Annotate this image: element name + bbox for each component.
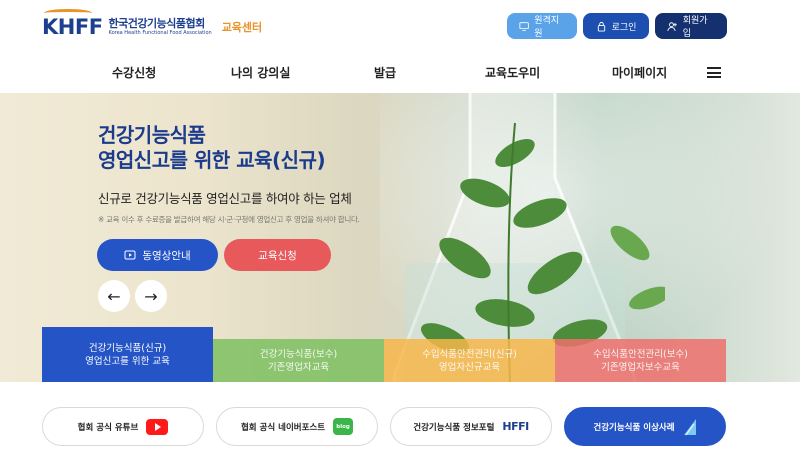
youtube-link[interactable]: 협회 공식 유튜브 <box>42 407 204 446</box>
naver-post-link[interactable]: 협회 공식 네이버포스트 blog <box>216 407 378 446</box>
join-button[interactable]: 회원가입 <box>655 13 727 39</box>
join-label: 회원가입 <box>682 16 708 39</box>
main-nav: 수강신청 나의 강의실 발급 교육도우미 마이페이지 <box>0 52 800 92</box>
tab-line2: 영업자신규교육 <box>438 361 501 373</box>
tab-import-food-new[interactable]: 수입식품안전관리(신규) 영업자신규교육 <box>384 339 555 382</box>
nav-item-my-classroom[interactable]: 나의 강의실 <box>231 64 290 81</box>
nav-item-edu-helper[interactable]: 교육도우미 <box>485 64 540 81</box>
hero-note: ※ 교육 이수 후 수료증을 발급하여 해당 시·군·구청에 영업신고 후 영업… <box>98 215 360 224</box>
login-button[interactable]: 로그인 <box>583 13 649 39</box>
apply-label: 교육신청 <box>258 249 297 262</box>
logo-english-name: Korea Health Functional Food Association <box>108 30 212 36</box>
info-portal-label: 건강기능식품 정보포털 <box>413 422 495 433</box>
quick-links: 협회 공식 유튜브 협회 공식 네이버포스트 blog 건강기능식품 정보포털 … <box>42 407 726 446</box>
nav-item-mypage[interactable]: 마이페이지 <box>612 64 667 81</box>
user-add-icon <box>667 21 677 31</box>
course-tabs: 건강기능식품(신규) 영업신고를 위한 교육 건강기능식품(보수) 기존영업자교… <box>42 327 726 382</box>
tab-health-food-refresh[interactable]: 건강기능식품(보수) 기존영업자교육 <box>213 339 384 382</box>
tab-health-food-new[interactable]: 건강기능식품(신규) 영업신고를 위한 교육 <box>42 327 213 382</box>
info-portal-link[interactable]: 건강기능식품 정보포털 HFFI <box>390 407 552 446</box>
remote-support-label: 원격지원 <box>534 16 560 39</box>
arrow-right-icon: → <box>144 286 158 306</box>
nav-item-course-apply[interactable]: 수강신청 <box>112 64 156 81</box>
tab-line1: 건강기능식품(보수) <box>259 348 338 360</box>
site-logo[interactable]: KHFF 한국건강기능식품협회 Korea Health Functional … <box>42 9 263 42</box>
video-guide-button[interactable]: 동영상안내 <box>97 239 218 271</box>
naver-post-label: 협회 공식 네이버포스트 <box>240 422 326 433</box>
login-label: 로그인 <box>611 22 637 33</box>
tab-line2: 영업신고를 위한 교육 <box>85 355 170 367</box>
monitor-icon <box>519 21 529 31</box>
hero-title: 건강기능식품 영업신고를 위한 교육(신규) <box>98 123 326 173</box>
play-icon <box>124 250 136 260</box>
hero-subtitle: 신규로 건강기능식품 영업신고를 하여야 하는 업체 <box>98 191 352 206</box>
tab-line1: 수입식품안전관리(신규) <box>422 348 517 360</box>
tab-line2: 기존영업자보수교육 <box>601 361 680 373</box>
adverse-case-link[interactable]: 건강기능식품 이상사례 <box>564 407 726 446</box>
next-slide-button[interactable]: → <box>135 280 167 312</box>
lock-icon <box>597 21 605 32</box>
logo-text: 한국건강기능식품협회 Korea Health Functional Food … <box>109 17 212 37</box>
youtube-link-label: 협회 공식 유튜브 <box>77 422 139 433</box>
remote-support-button[interactable]: 원격지원 <box>507 13 577 39</box>
arrow-left-icon: ← <box>107 286 121 306</box>
hero-title-line1: 건강기능식품 <box>98 123 206 147</box>
logo-swoosh-icon <box>44 9 92 17</box>
header-actions: 원격지원 로그인 회원가입 <box>507 13 727 39</box>
nav-item-issuance[interactable]: 발급 <box>374 64 396 81</box>
hero-title-line2: 영업신고를 위한 교육(신규) <box>98 148 326 172</box>
hffi-logo-icon: HFFI <box>502 420 529 433</box>
tab-line1: 건강기능식품(신규) <box>88 342 167 354</box>
prev-slide-button[interactable]: ← <box>98 280 130 312</box>
tab-line1: 수입식품안전관리(보수) <box>593 348 688 360</box>
blog-icon: blog <box>333 418 354 435</box>
apply-button[interactable]: 교육신청 <box>224 239 331 271</box>
logo-mark-text: KHFF <box>42 15 103 39</box>
logo-edu-center: 교육센터 <box>221 21 263 34</box>
youtube-icon <box>146 418 169 435</box>
site-header: KHFF 한국건강기능식품협회 Korea Health Functional … <box>0 0 800 52</box>
tab-line2: 기존영업자교육 <box>267 361 330 373</box>
logo-mark: KHFF <box>42 9 103 39</box>
video-guide-label: 동영상안내 <box>142 249 191 262</box>
report-icon <box>683 418 696 435</box>
adverse-case-label: 건강기능식품 이상사례 <box>593 422 675 433</box>
logo-korean-name: 한국건강기능식품협회 <box>108 17 206 30</box>
tab-import-food-refresh[interactable]: 수입식품안전관리(보수) 기존영업자보수교육 <box>555 339 726 382</box>
hamburger-icon[interactable] <box>707 67 721 78</box>
